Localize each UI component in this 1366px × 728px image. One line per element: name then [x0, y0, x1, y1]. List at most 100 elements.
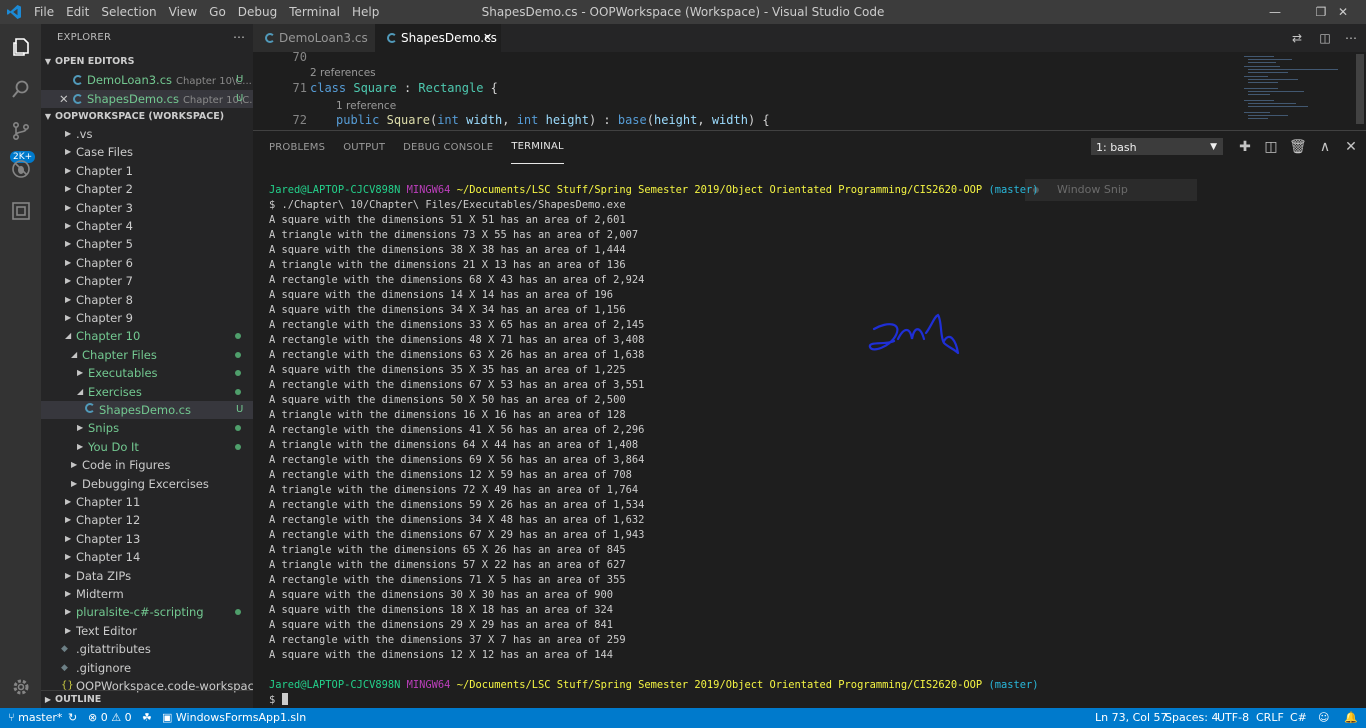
liveshare-icon[interactable]: ☘: [142, 708, 152, 728]
tree-item-label: Chapter 3: [76, 201, 133, 215]
sync-icon[interactable]: ↻: [68, 708, 77, 728]
outline-header[interactable]: ▶ OUTLINE: [41, 690, 253, 708]
tree-item[interactable]: ▶ Debugging Excercises: [41, 475, 253, 493]
language-mode[interactable]: C#: [1290, 708, 1307, 728]
tree-item[interactable]: ▶ Chapter 2: [41, 180, 253, 198]
minimap[interactable]: [1240, 54, 1360, 128]
menu-go[interactable]: Go: [203, 0, 232, 24]
tab-demoloan3[interactable]: DemoLoan3.cs: [253, 24, 375, 52]
branch-indicator[interactable]: ⑂ master*: [8, 708, 62, 728]
tree-item[interactable]: ShapesDemo.cs U: [41, 401, 253, 419]
terminal-output-line: A square with the dimensions 34 X 34 has…: [269, 304, 626, 316]
close-panel-icon[interactable]: ✕: [1343, 139, 1359, 155]
tree-item-label: Code in Figures: [82, 458, 171, 472]
tree-item[interactable]: ▶ Executables: [41, 364, 253, 382]
menu-help[interactable]: Help: [346, 0, 385, 24]
close-tab-icon[interactable]: ✕: [483, 24, 492, 52]
tree-item[interactable]: ▶ Chapter 11: [41, 493, 253, 511]
line-number: 71: [292, 81, 307, 95]
tree-item[interactable]: ▶ Snips: [41, 419, 253, 437]
solution-indicator[interactable]: ▣ WindowsFormsApp1.sln: [162, 708, 306, 728]
maximize-panel-icon[interactable]: ∧: [1317, 139, 1333, 155]
menu-view[interactable]: View: [163, 0, 203, 24]
error-icon: ⊗: [88, 711, 98, 724]
close-window-icon[interactable]: ✕: [1320, 0, 1366, 24]
tree-item[interactable]: ▶ Chapter 14: [41, 548, 253, 566]
tree-item[interactable]: ▶ Chapter 12: [41, 511, 253, 529]
tab-debug-console[interactable]: DEBUG CONSOLE: [403, 131, 493, 165]
close-editor-icon[interactable]: ✕: [59, 90, 69, 108]
tree-item[interactable]: ▶ Code in Figures: [41, 456, 253, 474]
tree-item[interactable]: ▶ Case Files: [41, 143, 253, 161]
editor-more-icon[interactable]: ⋯: [1343, 30, 1359, 46]
settings-gear-icon[interactable]: [0, 666, 41, 708]
feedback-smiley-icon[interactable]: ☺: [1318, 708, 1329, 728]
tree-item[interactable]: ▶ Chapter 13: [41, 530, 253, 548]
open-editor-demoloan3[interactable]: DemoLoan3.cs Chapter 10\C... U: [41, 71, 253, 89]
debug-icon[interactable]: [0, 148, 41, 190]
open-changes-icon[interactable]: ⇄: [1289, 30, 1305, 46]
code-editor[interactable]: 70 2 references 71 class Square : Rectan…: [253, 52, 1366, 130]
chevron-down-icon: ▼: [1210, 142, 1217, 152]
tree-item[interactable]: ▶ You Do It: [41, 438, 253, 456]
codelens-references[interactable]: 2 references: [310, 67, 376, 79]
tree-item[interactable]: ▶ Chapter 9: [41, 309, 253, 327]
menu-debug[interactable]: Debug: [232, 0, 283, 24]
split-terminal-icon[interactable]: ◫: [1263, 139, 1279, 155]
tab-shapesdemo[interactable]: ShapesDemo.cs ✕: [375, 24, 501, 52]
minimize-icon[interactable]: —: [1252, 0, 1298, 24]
menu-edit[interactable]: Edit: [60, 0, 95, 24]
more-actions-icon[interactable]: ⋯: [233, 30, 245, 44]
tree-item[interactable]: ▶ Chapter 6: [41, 254, 253, 272]
tree-item[interactable]: ▶ pluralsite-c#-scripting: [41, 603, 253, 621]
tree-item[interactable]: ◆ .gitignore: [41, 659, 253, 677]
tree-item-label: Chapter 1: [76, 164, 133, 178]
workspace-header[interactable]: ▼ OOPWORKSPACE (WORKSPACE): [41, 108, 253, 126]
terminal-input-line[interactable]: $: [269, 693, 288, 708]
problems-indicator[interactable]: ⊗ 0 ⚠ 0: [88, 708, 132, 728]
tree-item[interactable]: ▶ Chapter 3: [41, 199, 253, 217]
line-ending[interactable]: CRLF: [1256, 708, 1284, 728]
tree-item[interactable]: ◢ Chapter 10: [41, 327, 253, 345]
open-editor-shapesdemo[interactable]: ✕ ShapesDemo.cs Chapter 10\C... U: [41, 90, 253, 108]
search-icon[interactable]: [0, 68, 41, 110]
cursor-position[interactable]: Ln 73, Col 57: [1095, 708, 1168, 728]
tab-output[interactable]: OUTPUT: [343, 131, 385, 165]
terminal-output-line: A rectangle with the dimensions 69 X 56 …: [269, 454, 645, 466]
encoding[interactable]: UTF-8: [1217, 708, 1249, 728]
terminal-output-line: A rectangle with the dimensions 67 X 53 …: [269, 379, 645, 391]
menu-terminal[interactable]: Terminal: [283, 0, 346, 24]
tree-item-label: pluralsite-c#-scripting: [76, 605, 204, 619]
editor-scrollbar[interactable]: [1356, 54, 1364, 124]
extensions-icon[interactable]: [0, 190, 41, 232]
tree-item[interactable]: ▶ Chapter 7: [41, 272, 253, 290]
codelens-reference[interactable]: 1 reference: [336, 100, 396, 112]
tree-item[interactable]: ▶ Text Editor: [41, 622, 253, 640]
tree-item[interactable]: ◆ .gitattributes: [41, 640, 253, 658]
tree-item[interactable]: ▶ .vs: [41, 125, 253, 143]
source-control-icon[interactable]: [0, 110, 41, 152]
open-editors-header[interactable]: ▼ OPEN EDITORS: [41, 53, 253, 71]
indentation[interactable]: Spaces: 4: [1165, 708, 1218, 728]
tree-item[interactable]: ▶ Chapter 5: [41, 235, 253, 253]
tab-problems[interactable]: PROBLEMS: [269, 131, 325, 165]
tree-item[interactable]: ▶ Chapter 1: [41, 162, 253, 180]
notifications-bell-icon[interactable]: 🔔: [1344, 708, 1358, 728]
tree-item[interactable]: ◢ Exercises: [41, 383, 253, 401]
menu-file[interactable]: File: [28, 0, 60, 24]
tab-terminal[interactable]: TERMINAL: [511, 131, 564, 164]
menu-selection[interactable]: Selection: [95, 0, 162, 24]
explorer-icon[interactable]: [0, 26, 41, 68]
modified-dot-icon: [235, 609, 241, 615]
kill-terminal-icon[interactable]: 🗑: [1289, 139, 1307, 155]
tree-item[interactable]: ◢ Chapter Files: [41, 346, 253, 364]
chevron-down-icon: ◢: [65, 331, 72, 340]
split-editor-icon[interactable]: ◫: [1317, 30, 1333, 46]
terminal-select[interactable]: 1: bash ▼: [1091, 138, 1223, 155]
tree-item[interactable]: ▶ Chapter 4: [41, 217, 253, 235]
new-terminal-icon[interactable]: ✚: [1237, 139, 1253, 155]
terminal-output-line: A rectangle with the dimensions 68 X 43 …: [269, 274, 645, 286]
tree-item[interactable]: ▶ Midterm: [41, 585, 253, 603]
tree-item[interactable]: ▶ Chapter 8: [41, 291, 253, 309]
tree-item[interactable]: ▶ Data ZIPs: [41, 567, 253, 585]
